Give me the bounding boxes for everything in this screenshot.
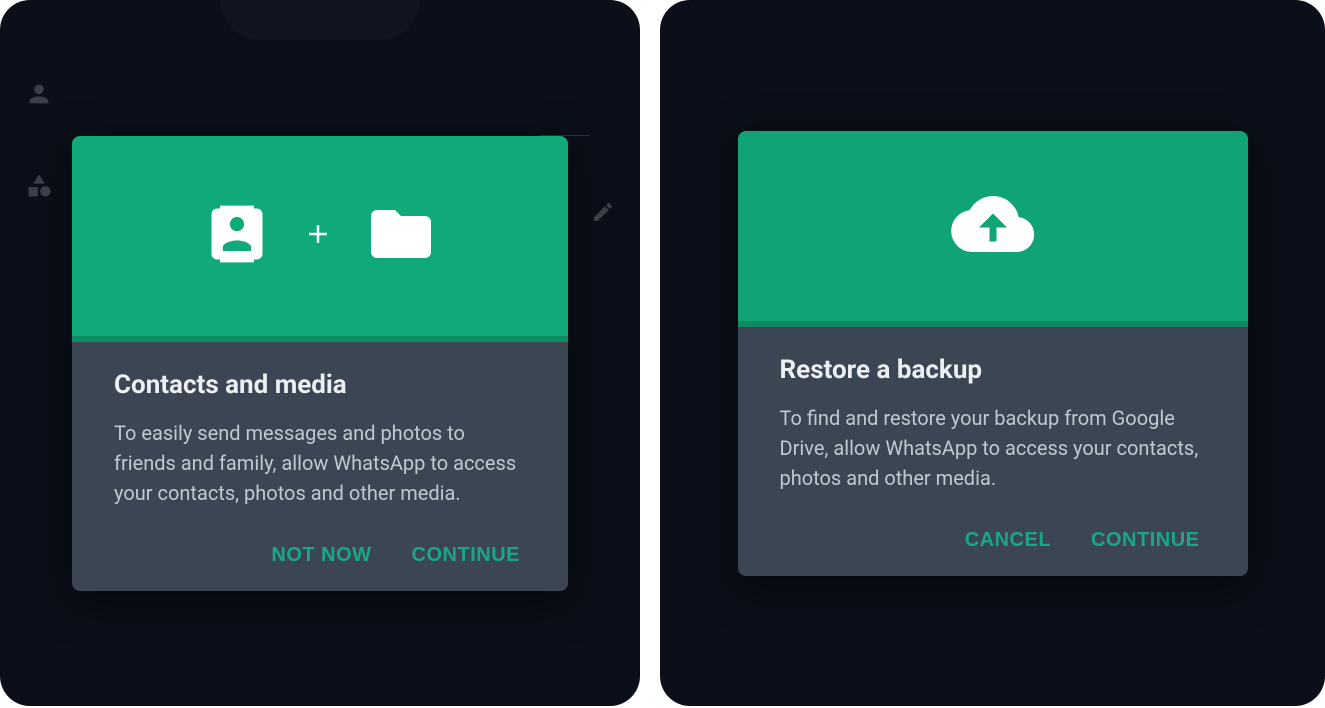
- cancel-button[interactable]: CANCEL: [965, 529, 1051, 552]
- dialog-header: [72, 136, 568, 336]
- dialog-body: Contacts and media To easily send messag…: [72, 342, 568, 591]
- side-toolbar-left: [25, 80, 53, 204]
- contacts-media-dialog: Contacts and media To easily send messag…: [72, 136, 568, 591]
- shapes-icon: [25, 172, 53, 204]
- contacts-icon: [203, 200, 271, 272]
- dialog-actions: CANCEL CONTINUE: [780, 529, 1206, 552]
- continue-button[interactable]: CONTINUE: [412, 544, 520, 567]
- cloud-upload-icon: [951, 182, 1035, 270]
- dialog-description: To easily send messages and photos to fr…: [114, 418, 526, 508]
- dialog-title: Contacts and media: [114, 370, 526, 400]
- device-notch: [220, 0, 420, 40]
- folder-icon: [365, 198, 437, 274]
- device-frame-restore: Restore a backup To find and restore you…: [660, 0, 1325, 706]
- not-now-button[interactable]: NOT NOW: [271, 544, 371, 567]
- restore-backup-dialog: Restore a backup To find and restore you…: [738, 131, 1248, 576]
- dialog-actions: NOT NOW CONTINUE: [114, 544, 526, 567]
- continue-button[interactable]: CONTINUE: [1091, 529, 1199, 552]
- edit-icon: [591, 200, 615, 228]
- divider: [540, 135, 590, 136]
- dialog-title: Restore a backup: [780, 355, 1206, 385]
- person-icon: [25, 80, 53, 112]
- device-frame-contacts: Contacts and media To easily send messag…: [0, 0, 640, 706]
- dialog-description: To find and restore your backup from Goo…: [780, 403, 1206, 493]
- dialog-header: [738, 131, 1248, 321]
- dialog-body: Restore a backup To find and restore you…: [738, 327, 1248, 576]
- plus-icon: [303, 219, 333, 253]
